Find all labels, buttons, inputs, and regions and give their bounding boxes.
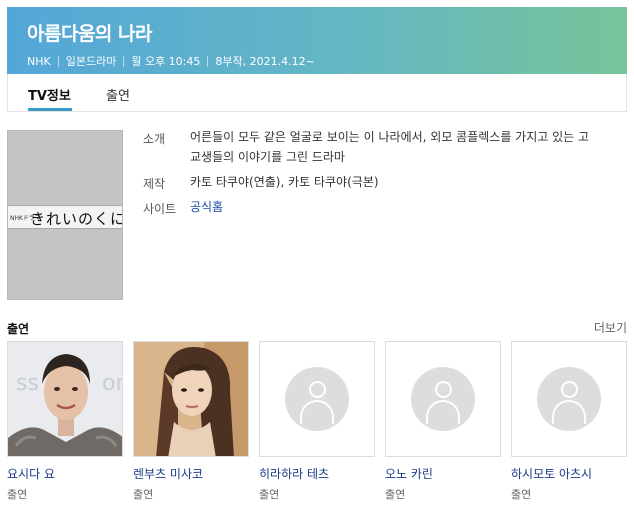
- person-silhouette-icon: [285, 367, 349, 431]
- cast-photo[interactable]: [385, 341, 501, 457]
- cast-name[interactable]: 렌부츠 미사코: [133, 465, 249, 482]
- cast-role: 출연: [7, 488, 28, 501]
- tab-bar: TV정보 출연: [7, 74, 627, 112]
- meta-episodes: 8부작, 2021.4.12~: [215, 55, 315, 68]
- production-label: 제작: [143, 177, 166, 191]
- cast-section-header: 출연 더보기: [7, 318, 627, 338]
- cast-photo-image: ss or: [8, 342, 123, 456]
- meta-separator: [207, 55, 209, 67]
- cast-photo[interactable]: [259, 341, 375, 457]
- svg-text:or: or: [102, 371, 123, 396]
- cast-section-title: 출연: [7, 322, 30, 336]
- cast-photo-image: [134, 342, 248, 456]
- meta-airtime: 월 오후 10:45: [131, 55, 201, 68]
- cast-card[interactable]: 하시모토 아츠시 출연: [511, 341, 627, 502]
- official-site-link[interactable]: 공식홈: [190, 197, 600, 217]
- active-tab-indicator: [28, 108, 72, 111]
- tab-cast[interactable]: 출연: [106, 85, 130, 104]
- cast-more-link[interactable]: 더보기: [594, 319, 627, 336]
- person-silhouette-icon: [537, 367, 601, 431]
- synopsis-text: 어른들이 모두 같은 얼굴로 보이는 이 나라에서, 외모 콤플렉스를 가지고 …: [190, 130, 590, 164]
- info-row-production: 제작 카토 타쿠야(연출), 카토 타쿠야(극본): [143, 175, 613, 192]
- drama-header: 아름다움의 나라 NHK 일본드라마 월 오후 10:45 8부작, 2021.…: [7, 7, 627, 74]
- synopsis-label: 소개: [143, 132, 166, 146]
- tab-tv-info[interactable]: TV정보: [28, 85, 71, 104]
- drama-info: 소개 어른들이 모두 같은 얼굴로 보이는 이 나라에서, 외모 콤플렉스를 가…: [143, 130, 613, 225]
- info-row-synopsis: 소개 어른들이 모두 같은 얼굴로 보이는 이 나라에서, 외모 콤플렉스를 가…: [143, 130, 613, 167]
- poster-title-strip: NHKドラマ きれいのくに: [8, 205, 123, 229]
- meta-separator: [57, 55, 59, 67]
- site-label: 사이트: [143, 202, 177, 216]
- meta-separator: [123, 55, 125, 67]
- cast-role: 출연: [259, 488, 280, 501]
- cast-photo[interactable]: [511, 341, 627, 457]
- cast-card[interactable]: 오노 카린 출연: [385, 341, 501, 502]
- poster-logo-text: きれいのくに: [30, 210, 123, 228]
- cast-name[interactable]: 요시다 요: [7, 465, 123, 482]
- meta-channel: NHK: [27, 54, 51, 68]
- cast-card[interactable]: 렌부츠 미사코 출연: [133, 341, 249, 502]
- drama-title: 아름다움의 나라: [27, 23, 152, 45]
- cast-role: 출연: [385, 488, 406, 501]
- cast-card[interactable]: 히라하라 테츠 출연: [259, 341, 375, 502]
- info-row-site: 사이트 공식홈: [143, 200, 613, 217]
- cast-photo[interactable]: [133, 341, 249, 457]
- drama-meta: NHK 일본드라마 월 오후 10:45 8부작, 2021.4.12~: [27, 53, 315, 69]
- cast-name[interactable]: 오노 카린: [385, 465, 501, 482]
- cast-photo[interactable]: ss or: [7, 341, 123, 457]
- production-text: 카토 타쿠야(연출), 카토 타쿠야(극본): [190, 175, 379, 189]
- cast-name[interactable]: 하시모토 아츠시: [511, 465, 627, 482]
- cast-name[interactable]: 히라하라 테츠: [259, 465, 375, 482]
- cast-role: 출연: [133, 488, 154, 501]
- cast-role: 출연: [511, 488, 532, 501]
- meta-genre: 일본드라마: [65, 55, 117, 68]
- svg-text:ss: ss: [16, 371, 39, 396]
- drama-poster[interactable]: NHKドラマ きれいのくに: [7, 130, 123, 300]
- person-silhouette-icon: [411, 367, 475, 431]
- cast-card[interactable]: ss or 요시다 요 출연: [7, 341, 123, 502]
